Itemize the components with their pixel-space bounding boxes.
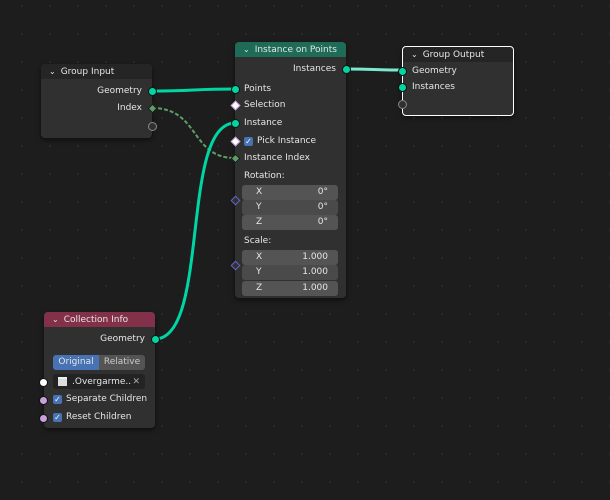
output-instances: Instances bbox=[293, 64, 336, 74]
link-collection-instance bbox=[154, 121, 236, 341]
separate-children-checkbox[interactable]: ✓ Separate Children bbox=[44, 392, 155, 406]
chevron-down-icon[interactable]: ⌄ bbox=[49, 64, 56, 79]
input-instance-index: Instance Index bbox=[244, 153, 310, 163]
socket-instance[interactable] bbox=[231, 119, 240, 128]
input-selection: Selection bbox=[244, 100, 286, 110]
socket-collection[interactable] bbox=[39, 378, 48, 387]
socket-geometry[interactable] bbox=[398, 67, 407, 76]
socket-instances[interactable] bbox=[398, 83, 407, 92]
checkbox-checked-icon[interactable]: ✓ bbox=[244, 137, 253, 146]
scale-z-field[interactable]: Z 1.000 bbox=[242, 281, 338, 296]
socket-empty[interactable] bbox=[148, 122, 157, 131]
node-header[interactable]: ⌄ Instance on Points bbox=[235, 42, 346, 57]
pick-instance-checkbox[interactable]: ✓ Pick Instance bbox=[235, 134, 346, 148]
clear-icon[interactable]: ✕ bbox=[132, 377, 140, 387]
output-geometry: Geometry bbox=[100, 334, 145, 344]
checkbox-checked-icon[interactable]: ✓ bbox=[53, 395, 62, 404]
input-geometry: Geometry bbox=[412, 66, 457, 76]
input-points: Points bbox=[244, 84, 272, 94]
link-index-instance-index bbox=[151, 107, 236, 159]
socket-instances-out[interactable] bbox=[342, 65, 351, 74]
rotation-y-field[interactable]: Y 0° bbox=[242, 200, 338, 215]
chevron-down-icon[interactable]: ⌄ bbox=[243, 42, 250, 57]
socket-reset-children[interactable] bbox=[39, 414, 48, 423]
chevron-down-icon[interactable]: ⌄ bbox=[411, 47, 418, 62]
collection-field[interactable]: .Overgarme... ✕ bbox=[53, 374, 145, 389]
reset-children-checkbox[interactable]: ✓ Reset Children bbox=[44, 410, 155, 424]
rotation-z-field[interactable]: Z 0° bbox=[242, 215, 338, 230]
collection-icon bbox=[58, 377, 67, 386]
link-instances-geometry bbox=[345, 67, 403, 72]
rotation-label: Rotation: bbox=[244, 171, 285, 181]
socket-geometry[interactable] bbox=[148, 87, 157, 96]
scale-label: Scale: bbox=[244, 236, 272, 246]
scale-x-field[interactable]: X 1.000 bbox=[242, 250, 338, 265]
link-geometry-points bbox=[151, 87, 236, 93]
socket-empty[interactable] bbox=[398, 100, 407, 109]
node-header[interactable]: ⌄ Collection Info bbox=[44, 312, 155, 327]
output-index: Index bbox=[117, 103, 142, 113]
instance-on-points-node[interactable]: ⌄ Instance on Points Instances Points Sel… bbox=[230, 42, 351, 298]
socket-geometry-out[interactable] bbox=[151, 335, 160, 344]
node-header[interactable]: ⌄ Group Output bbox=[403, 47, 513, 62]
scale-y-field[interactable]: Y 1.000 bbox=[242, 265, 338, 280]
group-output-node[interactable]: ⌄ Group Output Geometry Instances bbox=[398, 46, 514, 116]
collection-info-node[interactable]: ⌄ Collection Info Geometry Original Relat… bbox=[39, 312, 160, 428]
socket-points[interactable] bbox=[231, 85, 240, 94]
rotation-x-field[interactable]: X 0° bbox=[242, 185, 338, 200]
node-header[interactable]: ⌄ Group Input bbox=[41, 64, 152, 79]
mode-relative-button[interactable]: Relative bbox=[99, 355, 145, 370]
input-instance: Instance bbox=[244, 118, 283, 128]
input-instances: Instances bbox=[412, 82, 455, 92]
output-geometry: Geometry bbox=[97, 86, 142, 96]
mode-original-button[interactable]: Original bbox=[53, 355, 99, 370]
group-input-node[interactable]: ⌄ Group Input Geometry Index bbox=[41, 64, 158, 138]
chevron-down-icon[interactable]: ⌄ bbox=[52, 312, 59, 327]
transform-mode-toggle[interactable]: Original Relative bbox=[53, 355, 145, 370]
socket-separate-children[interactable] bbox=[39, 396, 48, 405]
checkbox-checked-icon[interactable]: ✓ bbox=[53, 413, 62, 422]
